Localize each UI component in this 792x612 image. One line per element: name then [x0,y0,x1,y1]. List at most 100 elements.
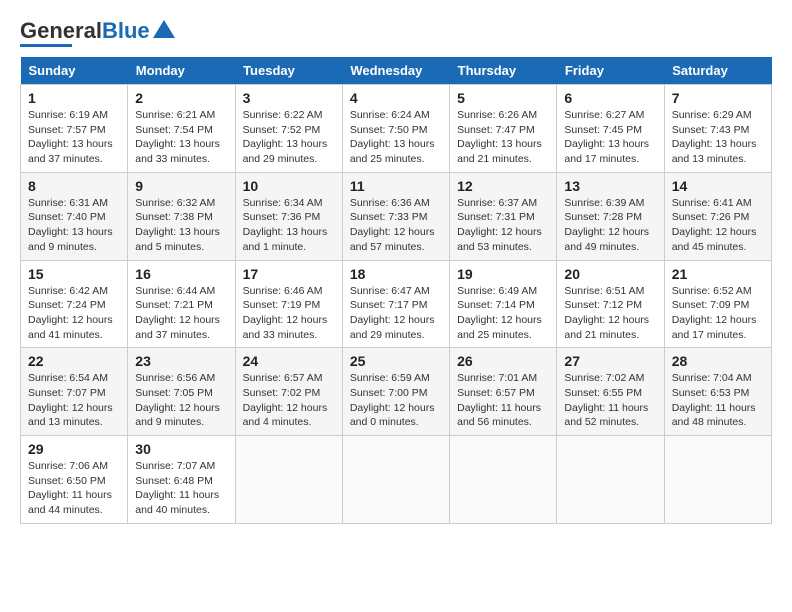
cell-info: Sunrise: 6:37 AMSunset: 7:31 PMDaylight:… [457,197,542,253]
calendar-cell: 18 Sunrise: 6:47 AMSunset: 7:17 PMDaylig… [342,260,449,348]
calendar-cell: 10 Sunrise: 6:34 AMSunset: 7:36 PMDaylig… [235,172,342,260]
day-number: 6 [564,90,656,106]
day-number: 1 [28,90,120,106]
day-number: 13 [564,178,656,194]
day-number: 2 [135,90,227,106]
cell-info: Sunrise: 6:42 AMSunset: 7:24 PMDaylight:… [28,285,113,341]
day-number: 9 [135,178,227,194]
column-header-friday: Friday [557,57,664,85]
cell-info: Sunrise: 6:51 AMSunset: 7:12 PMDaylight:… [564,285,649,341]
calendar-cell [342,436,449,524]
calendar-week-row: 8 Sunrise: 6:31 AMSunset: 7:40 PMDayligh… [21,172,772,260]
day-number: 29 [28,441,120,457]
day-number: 16 [135,266,227,282]
cell-info: Sunrise: 6:19 AMSunset: 7:57 PMDaylight:… [28,109,113,165]
calendar-cell: 9 Sunrise: 6:32 AMSunset: 7:38 PMDayligh… [128,172,235,260]
cell-info: Sunrise: 7:06 AMSunset: 6:50 PMDaylight:… [28,460,112,516]
calendar-cell: 7 Sunrise: 6:29 AMSunset: 7:43 PMDayligh… [664,85,771,173]
calendar-cell: 12 Sunrise: 6:37 AMSunset: 7:31 PMDaylig… [450,172,557,260]
day-number: 8 [28,178,120,194]
calendar-header-row: SundayMondayTuesdayWednesdayThursdayFrid… [21,57,772,85]
calendar-cell [450,436,557,524]
calendar-cell [557,436,664,524]
calendar-cell: 22 Sunrise: 6:54 AMSunset: 7:07 PMDaylig… [21,348,128,436]
calendar-cell: 16 Sunrise: 6:44 AMSunset: 7:21 PMDaylig… [128,260,235,348]
column-header-tuesday: Tuesday [235,57,342,85]
day-number: 21 [672,266,764,282]
cell-info: Sunrise: 6:29 AMSunset: 7:43 PMDaylight:… [672,109,757,165]
page-header: GeneralBlue [20,20,772,47]
cell-info: Sunrise: 6:47 AMSunset: 7:17 PMDaylight:… [350,285,435,341]
calendar-cell: 17 Sunrise: 6:46 AMSunset: 7:19 PMDaylig… [235,260,342,348]
column-header-saturday: Saturday [664,57,771,85]
cell-info: Sunrise: 6:32 AMSunset: 7:38 PMDaylight:… [135,197,220,253]
cell-info: Sunrise: 7:07 AMSunset: 6:48 PMDaylight:… [135,460,219,516]
logo-text: GeneralBlue [20,20,150,42]
day-number: 14 [672,178,764,194]
cell-info: Sunrise: 6:44 AMSunset: 7:21 PMDaylight:… [135,285,220,341]
calendar-cell: 20 Sunrise: 6:51 AMSunset: 7:12 PMDaylig… [557,260,664,348]
cell-info: Sunrise: 6:57 AMSunset: 7:02 PMDaylight:… [243,372,328,428]
cell-info: Sunrise: 6:31 AMSunset: 7:40 PMDaylight:… [28,197,113,253]
cell-info: Sunrise: 6:22 AMSunset: 7:52 PMDaylight:… [243,109,328,165]
calendar-cell: 13 Sunrise: 6:39 AMSunset: 7:28 PMDaylig… [557,172,664,260]
calendar-week-row: 1 Sunrise: 6:19 AMSunset: 7:57 PMDayligh… [21,85,772,173]
day-number: 28 [672,353,764,369]
day-number: 26 [457,353,549,369]
calendar-cell: 14 Sunrise: 6:41 AMSunset: 7:26 PMDaylig… [664,172,771,260]
logo-icon [153,18,175,40]
day-number: 15 [28,266,120,282]
cell-info: Sunrise: 6:39 AMSunset: 7:28 PMDaylight:… [564,197,649,253]
cell-info: Sunrise: 6:24 AMSunset: 7:50 PMDaylight:… [350,109,435,165]
cell-info: Sunrise: 7:02 AMSunset: 6:55 PMDaylight:… [564,372,648,428]
calendar-cell: 29 Sunrise: 7:06 AMSunset: 6:50 PMDaylig… [21,436,128,524]
day-number: 23 [135,353,227,369]
column-header-monday: Monday [128,57,235,85]
day-number: 27 [564,353,656,369]
calendar-cell: 25 Sunrise: 6:59 AMSunset: 7:00 PMDaylig… [342,348,449,436]
calendar-cell: 2 Sunrise: 6:21 AMSunset: 7:54 PMDayligh… [128,85,235,173]
calendar-cell: 5 Sunrise: 6:26 AMSunset: 7:47 PMDayligh… [450,85,557,173]
day-number: 22 [28,353,120,369]
calendar-week-row: 15 Sunrise: 6:42 AMSunset: 7:24 PMDaylig… [21,260,772,348]
cell-info: Sunrise: 6:52 AMSunset: 7:09 PMDaylight:… [672,285,757,341]
calendar-cell [235,436,342,524]
calendar-cell: 3 Sunrise: 6:22 AMSunset: 7:52 PMDayligh… [235,85,342,173]
column-header-wednesday: Wednesday [342,57,449,85]
cell-info: Sunrise: 7:04 AMSunset: 6:53 PMDaylight:… [672,372,756,428]
day-number: 24 [243,353,335,369]
calendar-cell: 11 Sunrise: 6:36 AMSunset: 7:33 PMDaylig… [342,172,449,260]
calendar-cell: 26 Sunrise: 7:01 AMSunset: 6:57 PMDaylig… [450,348,557,436]
cell-info: Sunrise: 6:34 AMSunset: 7:36 PMDaylight:… [243,197,328,253]
calendar-cell: 6 Sunrise: 6:27 AMSunset: 7:45 PMDayligh… [557,85,664,173]
column-header-sunday: Sunday [21,57,128,85]
day-number: 25 [350,353,442,369]
day-number: 7 [672,90,764,106]
calendar-cell: 19 Sunrise: 6:49 AMSunset: 7:14 PMDaylig… [450,260,557,348]
day-number: 12 [457,178,549,194]
calendar-cell: 1 Sunrise: 6:19 AMSunset: 7:57 PMDayligh… [21,85,128,173]
calendar-cell: 15 Sunrise: 6:42 AMSunset: 7:24 PMDaylig… [21,260,128,348]
day-number: 4 [350,90,442,106]
logo-line [20,44,72,47]
cell-info: Sunrise: 6:27 AMSunset: 7:45 PMDaylight:… [564,109,649,165]
day-number: 11 [350,178,442,194]
calendar-week-row: 22 Sunrise: 6:54 AMSunset: 7:07 PMDaylig… [21,348,772,436]
cell-info: Sunrise: 6:54 AMSunset: 7:07 PMDaylight:… [28,372,113,428]
day-number: 5 [457,90,549,106]
day-number: 10 [243,178,335,194]
logo: GeneralBlue [20,20,175,47]
day-number: 17 [243,266,335,282]
cell-info: Sunrise: 6:49 AMSunset: 7:14 PMDaylight:… [457,285,542,341]
cell-info: Sunrise: 6:21 AMSunset: 7:54 PMDaylight:… [135,109,220,165]
calendar-cell: 4 Sunrise: 6:24 AMSunset: 7:50 PMDayligh… [342,85,449,173]
cell-info: Sunrise: 6:41 AMSunset: 7:26 PMDaylight:… [672,197,757,253]
cell-info: Sunrise: 6:46 AMSunset: 7:19 PMDaylight:… [243,285,328,341]
cell-info: Sunrise: 6:36 AMSunset: 7:33 PMDaylight:… [350,197,435,253]
column-header-thursday: Thursday [450,57,557,85]
calendar-cell: 27 Sunrise: 7:02 AMSunset: 6:55 PMDaylig… [557,348,664,436]
calendar-cell: 23 Sunrise: 6:56 AMSunset: 7:05 PMDaylig… [128,348,235,436]
cell-info: Sunrise: 7:01 AMSunset: 6:57 PMDaylight:… [457,372,541,428]
cell-info: Sunrise: 6:59 AMSunset: 7:00 PMDaylight:… [350,372,435,428]
calendar-cell: 28 Sunrise: 7:04 AMSunset: 6:53 PMDaylig… [664,348,771,436]
